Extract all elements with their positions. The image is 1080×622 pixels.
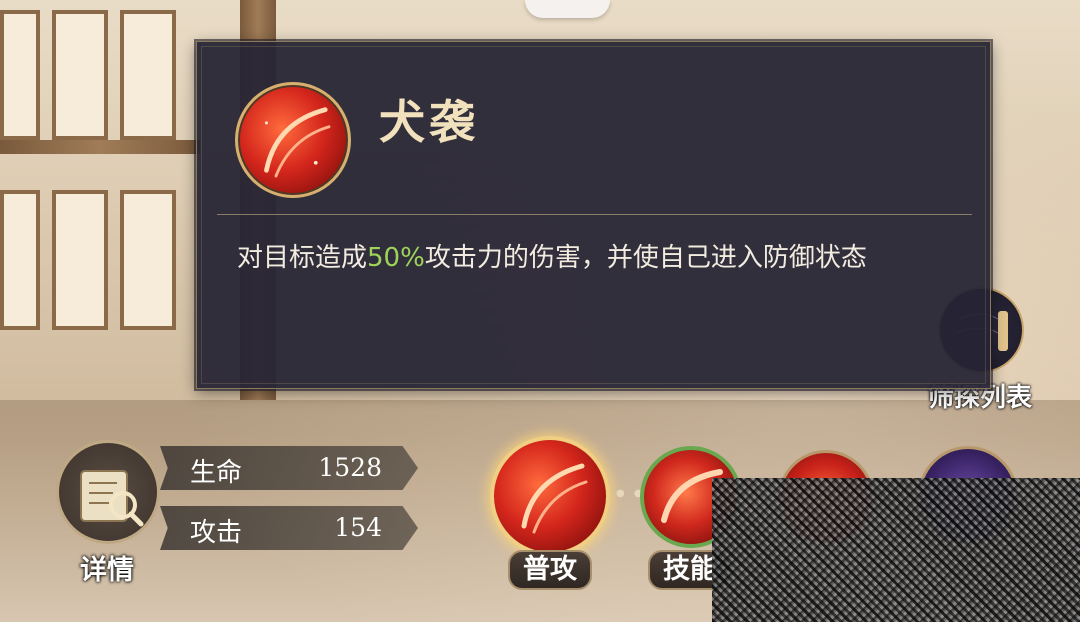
background-panel xyxy=(120,10,176,140)
hp-label: 生命 xyxy=(190,458,243,488)
skill-description: 对目标造成50%攻击力的伤害，并使自己进入防御状态 xyxy=(237,237,937,279)
damage-percent: 50% xyxy=(367,243,425,273)
description-text: 对目标造成 xyxy=(237,243,368,273)
background-panel xyxy=(0,190,40,330)
mosaic-overlay xyxy=(712,478,1080,622)
background-panel xyxy=(0,10,40,140)
background-panel xyxy=(52,190,108,330)
attack-label: 攻击 xyxy=(190,518,243,548)
hp-value: 1528 xyxy=(318,453,382,482)
details-label: 详情 xyxy=(80,555,134,586)
skill-title: 犬袭 xyxy=(379,95,479,149)
attack-stat: 攻击 154 xyxy=(160,506,418,550)
background-beam xyxy=(0,140,200,154)
hp-stat: 生命 1528 xyxy=(160,446,418,490)
map-magnifier-icon xyxy=(56,440,160,544)
normal-attack-button[interactable]: 普攻 xyxy=(490,436,610,596)
attack-value: 154 xyxy=(334,513,382,542)
divider xyxy=(217,214,972,215)
red-slash-skill-icon xyxy=(490,436,610,556)
details-button[interactable]: 详情 xyxy=(52,440,162,586)
top-cloud-ornament xyxy=(525,0,610,18)
skill-tooltip: 犬袭 对目标造成50%攻击力的伤害，并使自己进入防御状态 xyxy=(196,41,991,389)
background-panel xyxy=(120,190,176,330)
red-slash-skill-icon xyxy=(235,82,351,198)
background-panel xyxy=(52,10,108,140)
normal-attack-label: 普攻 xyxy=(508,550,592,590)
description-text: 攻击力的伤害，并使自己进入防御状态 xyxy=(424,243,867,273)
